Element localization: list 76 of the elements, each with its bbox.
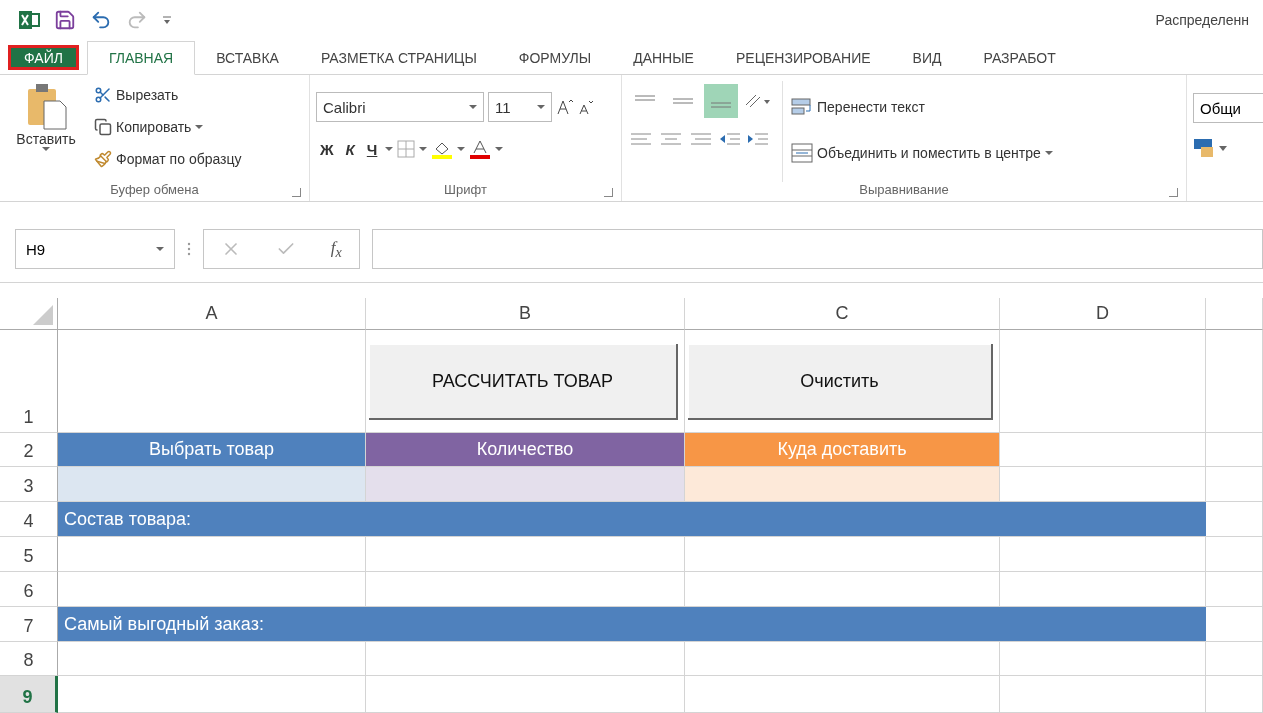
- input-cell[interactable]: [58, 467, 366, 502]
- name-box[interactable]: H9: [15, 229, 175, 270]
- sheet-button[interactable]: Очистить: [688, 344, 993, 420]
- ribbon-tab[interactable]: ФОРМУЛЫ: [497, 40, 613, 76]
- column-header[interactable]: B: [366, 298, 685, 330]
- font-name-field[interactable]: Calibri: [316, 92, 484, 123]
- excel-logo-icon[interactable]: [18, 9, 40, 32]
- table-cell: [1206, 676, 1263, 713]
- merge-center-button[interactable]: Объединить и поместить в центре: [791, 139, 1053, 168]
- group-label: Буфер обмена: [6, 181, 303, 197]
- table-cell: [1206, 502, 1263, 537]
- window-title: Распределенн: [1155, 12, 1249, 29]
- underline-button[interactable]: Ч: [362, 140, 382, 158]
- row-header[interactable]: 9: [0, 676, 58, 713]
- horizontal-align-icon[interactable]: [658, 131, 684, 148]
- copy-icon: [94, 118, 112, 137]
- table-cell: [1206, 642, 1263, 676]
- input-cell[interactable]: [366, 467, 685, 502]
- table-cell: [1206, 467, 1263, 502]
- bold-button[interactable]: Ж: [316, 140, 338, 158]
- horizontal-align-icon[interactable]: [628, 131, 654, 148]
- currency-format-icon[interactable]: [1193, 137, 1229, 160]
- file-tab[interactable]: ФАЙЛ: [8, 44, 79, 71]
- grow-font-icon[interactable]: [556, 98, 574, 117]
- sheet-button[interactable]: РАССЧИТАТЬ ТОВАР: [369, 344, 678, 420]
- banner-cell: Самый выгодный заказ:: [58, 607, 1206, 642]
- group-label: Выравнивание: [628, 181, 1180, 197]
- row-header[interactable]: 8: [0, 642, 58, 676]
- increase-indent-icon[interactable]: [746, 131, 770, 148]
- wrap-text-button[interactable]: Перенести текст: [791, 93, 1053, 122]
- italic-button[interactable]: К: [341, 140, 359, 158]
- vertical-align-button[interactable]: [704, 84, 738, 119]
- group-label: Шрифт: [316, 181, 615, 197]
- row-header[interactable]: 3: [0, 467, 58, 502]
- paintbrush-icon: [94, 150, 112, 169]
- row-header[interactable]: 6: [0, 572, 58, 607]
- header-cell: Количество: [366, 433, 685, 467]
- ribbon-tab[interactable]: РАЗРАБОТ: [962, 40, 1077, 76]
- input-cell[interactable]: [685, 467, 1000, 502]
- ribbon-tab[interactable]: ВСТАВКА: [195, 40, 300, 76]
- insert-function-button[interactable]: f$_{x}$: [330, 237, 342, 261]
- format-painter-button[interactable]: Формат по образцу: [94, 145, 242, 174]
- row-header[interactable]: 4: [0, 502, 58, 537]
- table-cell: [1206, 537, 1263, 572]
- table-cell: [1206, 607, 1263, 642]
- banner-cell: Состав товара:: [58, 502, 1206, 537]
- row-header[interactable]: 5: [0, 537, 58, 572]
- row-header[interactable]: 1: [0, 330, 58, 433]
- save-icon[interactable]: [54, 9, 76, 32]
- scissors-icon: [94, 86, 112, 105]
- number-format-field[interactable]: Общи: [1193, 93, 1263, 124]
- merge-cells-icon: [791, 143, 813, 164]
- cut-button[interactable]: Вырезать: [94, 81, 242, 110]
- copy-button[interactable]: Копировать: [94, 113, 242, 142]
- font-color-icon[interactable]: [469, 139, 492, 160]
- ribbon-tab[interactable]: ДАННЫЕ: [612, 40, 715, 76]
- table-cell: [1206, 572, 1263, 607]
- header-cell: Куда доставить: [685, 433, 1000, 467]
- table-cell: [1206, 433, 1263, 467]
- wrap-text-icon: [791, 98, 813, 117]
- borders-icon[interactable]: [397, 140, 416, 159]
- header-cell: Выбрать товар: [58, 433, 366, 467]
- font-size-field[interactable]: 11: [488, 92, 552, 123]
- row-header[interactable]: 7: [0, 607, 58, 642]
- paste-button[interactable]: Вставить: [6, 81, 86, 182]
- shrink-font-icon[interactable]: [578, 99, 594, 116]
- ribbon-tab[interactable]: РАЗМЕТКА СТРАНИЦЫ: [299, 40, 498, 76]
- row-header[interactable]: 2: [0, 433, 58, 467]
- ribbon-tab[interactable]: ГЛАВНАЯ: [86, 40, 196, 76]
- formula-field[interactable]: [372, 229, 1263, 270]
- column-header[interactable]: C: [685, 298, 1000, 330]
- select-all-icon[interactable]: [33, 305, 53, 325]
- ribbon-tab[interactable]: ВИД: [891, 40, 963, 76]
- ribbon-tab[interactable]: РЕЦЕНЗИРОВАНИЕ: [714, 40, 892, 76]
- grip-icon: [187, 241, 191, 258]
- decrease-indent-icon[interactable]: [718, 131, 742, 148]
